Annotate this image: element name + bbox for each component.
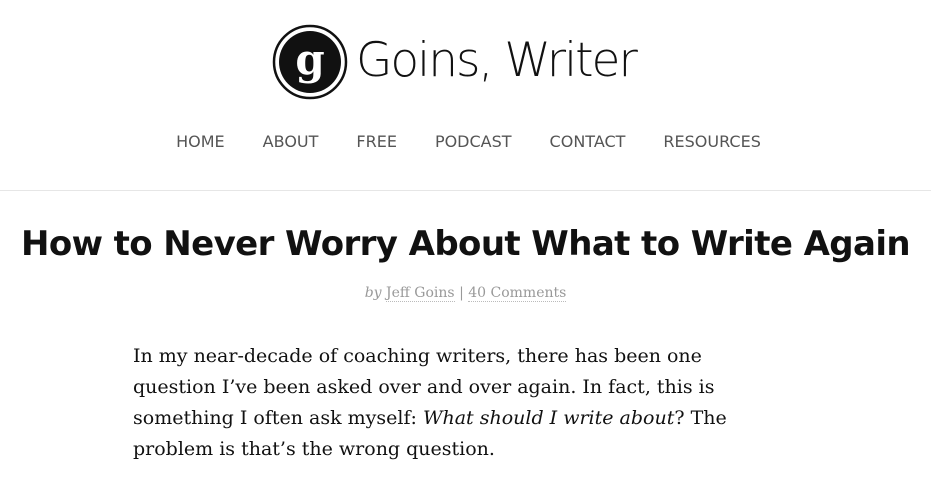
nav-item-contact[interactable]: CONTACT <box>550 132 626 151</box>
comments-link[interactable]: 40 Comments <box>468 285 567 302</box>
logo-g-icon: g <box>272 24 348 100</box>
byline-by: by <box>364 285 382 301</box>
nav-item-resources[interactable]: RESOURCES <box>663 132 760 151</box>
nav-item-home[interactable]: HOME <box>176 132 225 151</box>
nav-item-podcast[interactable]: PODCAST <box>435 132 512 151</box>
post-byline: by Jeff Goins | 40 Comments <box>0 285 931 302</box>
post-title: How to Never Worry About What to Write A… <box>20 224 911 264</box>
intro-emphasis: What should I write about <box>422 407 675 429</box>
nav-item-about[interactable]: ABOUT <box>263 132 319 151</box>
site-header: g Goins, Writer HOME ABOUT FREE PODCAST … <box>0 0 931 191</box>
site-name: Goins, Writer <box>356 32 638 88</box>
post-intro-paragraph: In my near-decade of coaching writers, t… <box>133 341 773 465</box>
site-logo[interactable]: g Goins, Writer <box>272 24 638 100</box>
main-nav: HOME ABOUT FREE PODCAST CONTACT RESOURCE… <box>0 132 931 151</box>
author-link[interactable]: Jeff Goins <box>386 285 455 302</box>
byline-separator: | <box>459 285 464 301</box>
logo-letter: g <box>295 35 324 84</box>
nav-item-free[interactable]: FREE <box>356 132 397 151</box>
